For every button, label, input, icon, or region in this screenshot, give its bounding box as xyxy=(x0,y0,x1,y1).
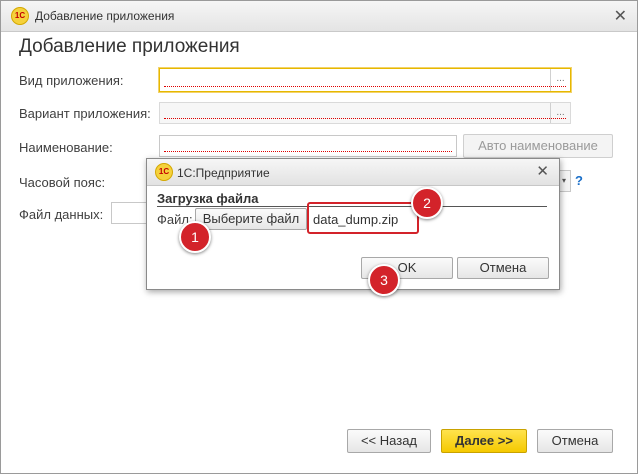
dialog-titlebar: 1С 1С:Предприятие ✕ xyxy=(147,159,559,186)
name-field[interactable] xyxy=(159,135,457,157)
data-file-field[interactable] xyxy=(111,202,151,224)
group-title: Загрузка файла xyxy=(157,191,259,206)
marker-badge-2: 2 xyxy=(411,187,443,219)
data-file-label: Файл данных: xyxy=(19,207,104,222)
help-icon[interactable]: ? xyxy=(575,173,583,188)
cancel-button[interactable]: Отмена xyxy=(537,429,613,453)
app-variant-field[interactable]: ... xyxy=(159,102,571,124)
close-icon[interactable]: ✕ xyxy=(614,6,627,26)
app-type-label: Вид приложения: xyxy=(19,73,124,88)
timezone-label: Часовой пояс: xyxy=(19,175,106,190)
1c-logo-icon: 1С xyxy=(155,163,173,181)
window-titlebar: 1С Добавление приложения ✕ xyxy=(1,1,637,32)
page-title: Добавление приложения xyxy=(19,36,240,57)
back-button[interactable]: << Назад xyxy=(347,429,431,453)
choose-file-button[interactable]: Выберите файл xyxy=(195,208,307,230)
auto-name-button[interactable]: Авто наименование xyxy=(463,134,613,158)
highlight-box xyxy=(307,202,419,234)
dialog-cancel-button[interactable]: Отмена xyxy=(457,257,549,279)
marker-badge-3: 3 xyxy=(368,264,400,296)
next-button[interactable]: Далее >> xyxy=(441,429,527,453)
name-label: Наименование: xyxy=(19,140,113,155)
ellipsis-icon[interactable]: ... xyxy=(550,69,570,91)
ellipsis-icon[interactable]: ... xyxy=(550,103,570,123)
dialog-title: 1С:Предприятие xyxy=(177,166,270,180)
marker-badge-1: 1 xyxy=(179,221,211,253)
app-variant-label: Вариант приложения: xyxy=(19,106,151,121)
1c-logo-icon: 1С xyxy=(11,7,29,25)
window-title: Добавление приложения xyxy=(35,9,175,23)
app-type-field[interactable]: ... xyxy=(159,68,571,92)
close-icon[interactable]: ✕ xyxy=(536,162,549,180)
